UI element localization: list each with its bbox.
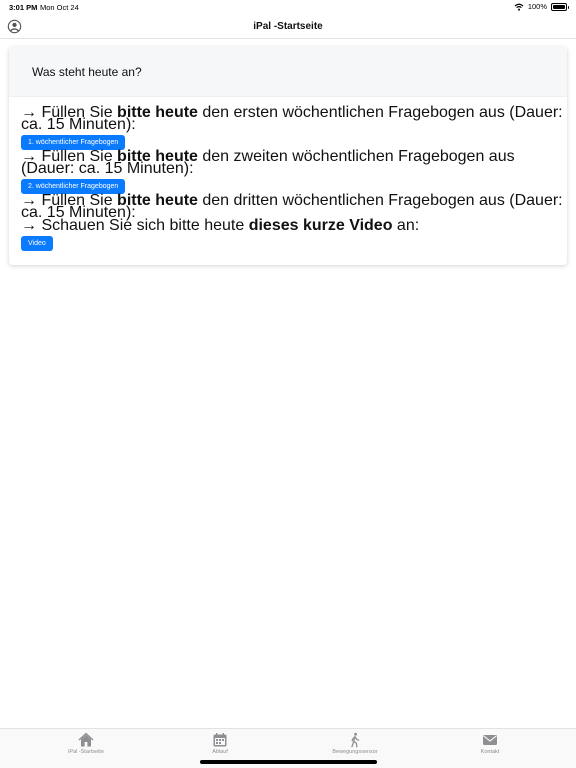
task-text: → Schauen Sie sich bitte heute dieses ku… [21, 217, 420, 234]
tab-label: iPal -Startseite [68, 749, 104, 755]
task-text: → Füllen Sie bitte heute den ersten wöch… [21, 105, 567, 133]
card-header: Was steht heute an? [9, 47, 567, 97]
task-prefix: → Schauen Sie sich bitte heute [21, 217, 249, 234]
task-item-3: → Füllen Sie bitte heute den dritten wöc… [21, 193, 567, 221]
task-item-1: → Füllen Sie bitte heute den ersten wöch… [21, 105, 567, 150]
tab-kontakt[interactable]: Kontakt [418, 729, 562, 759]
page-title: iPal -Startseite [253, 21, 323, 32]
tab-label: Ablauf [212, 749, 228, 755]
status-bar: 3:01 PM Mon Oct 24 100% [0, 0, 576, 14]
status-time: 3:01 PM [9, 3, 38, 12]
home-icon [78, 732, 94, 747]
tab-label: Bewegungssensor [332, 749, 378, 755]
task-item-4: → Schauen Sie sich bitte heute dieses ku… [21, 217, 420, 251]
task-suffix: an: [392, 217, 420, 234]
task-item-2: → Füllen Sie bitte heute den zweiten wöc… [21, 149, 567, 194]
wifi-icon [514, 3, 524, 11]
walking-icon [351, 732, 360, 748]
status-right: 100% [514, 2, 569, 11]
mail-icon [483, 735, 497, 745]
battery-icon [551, 2, 569, 11]
today-card: Was steht heute an? → Füllen Sie bitte h… [9, 47, 567, 265]
battery-percent: 100% [527, 2, 547, 11]
tab-home[interactable]: iPal -Startseite [14, 729, 158, 759]
task-emphasis: dieses kurze Video [248, 217, 393, 234]
task-text: → Füllen Sie bitte heute den zweiten wöc… [21, 149, 567, 177]
tab-label: Kontakt [480, 749, 500, 755]
tab-bewegungssensor[interactable]: Bewegungssensor [283, 729, 427, 759]
calendar-icon [213, 733, 227, 747]
tab-ablauf[interactable]: Ablauf [148, 729, 292, 759]
task-text: → Füllen Sie bitte heute den dritten wöc… [21, 193, 567, 221]
navigation-bar: iPal -Startseite [0, 14, 576, 39]
video-button[interactable]: Video [21, 236, 53, 251]
status-date: Mon Oct 24 [40, 3, 79, 12]
home-indicator[interactable] [200, 760, 377, 764]
